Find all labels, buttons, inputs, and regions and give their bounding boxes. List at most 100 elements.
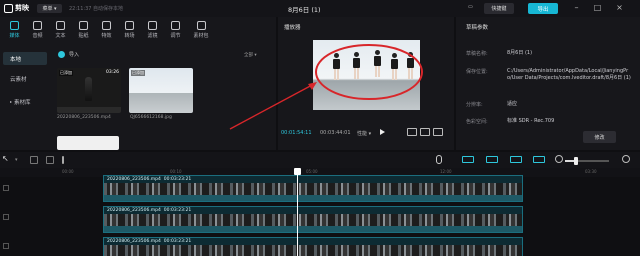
clip-duration: 00:03:23:21 — [163, 177, 192, 182]
tab-label: 文本 — [55, 33, 66, 39]
param-label: 色彩空间: — [466, 119, 488, 125]
minimize-icon[interactable]: – — [571, 3, 582, 14]
clip-audio — [104, 226, 522, 232]
timeline-clip[interactable]: 20220806_223506.mp4 00:03:23:21 — [103, 237, 523, 256]
timeline-clip[interactable]: 20220806_223506.mp4 00:03:23:21 — [103, 175, 523, 202]
nav-library[interactable]: ▸ 素材库 — [3, 95, 47, 108]
clip-label: 20220806_223506.mp4 00:03:23:21 — [107, 177, 191, 182]
clip-audio — [104, 195, 522, 201]
param-label: 保存位置: — [466, 69, 488, 75]
param-value: 8月6日 (1) — [507, 50, 533, 56]
media-filename: 20220806_223506.mp4 — [57, 115, 111, 120]
media-item-partial[interactable] — [57, 136, 119, 150]
clip-name: 20220806_223506.mp4 — [107, 177, 161, 182]
app-name: 剪映 — [15, 4, 29, 12]
track-toggle-icon[interactable] — [3, 243, 9, 249]
fullscreen-icon[interactable] — [433, 128, 443, 136]
tab-label: 媒体 — [9, 33, 20, 39]
param-label: 分辨率: — [466, 102, 483, 108]
app-window: 剪映 菜单 ▾ 22:11:37 自动保存本地 8月6日 (1) ▭ 快捷键 导… — [0, 0, 640, 256]
timeline-clip[interactable]: 20220806_223506.mp4 00:03:23:21 — [103, 206, 523, 233]
tab-text[interactable]: 文本 — [49, 17, 72, 43]
param-label: 草稿名称: — [466, 51, 488, 57]
cursor-icon[interactable]: ↖ — [2, 154, 9, 163]
params-title: 草稿参数 — [466, 25, 489, 31]
close-icon[interactable]: × — [614, 3, 625, 14]
track-linkage-icon[interactable] — [533, 156, 545, 163]
export-label: 导出 — [537, 6, 549, 13]
text-icon — [56, 21, 65, 30]
export-button[interactable]: 导出 — [528, 3, 558, 14]
tab-label: 调节 — [170, 33, 181, 39]
clip-frames — [104, 245, 522, 256]
zoom-out-icon[interactable] — [555, 155, 563, 163]
fit-icon[interactable] — [420, 128, 430, 136]
dancer — [391, 53, 398, 81]
perf-toggle[interactable]: 性能 ▾ — [357, 130, 371, 137]
transition-icon — [125, 21, 134, 30]
ratio-icon[interactable] — [407, 128, 417, 136]
clip-frames — [104, 183, 522, 195]
tab-label: 滤镜 — [147, 33, 158, 39]
track-toggle-icon[interactable] — [3, 214, 9, 220]
track-toggle-icon[interactable] — [3, 185, 9, 191]
tick-label: 12:00 — [440, 169, 452, 174]
annotation-arrow — [229, 82, 317, 130]
tool-tabs: 媒体 音频 文本 贴纸 特效 转场 滤镜 调节 素材包 — [0, 17, 276, 43]
filter-label: 全部 — [244, 53, 253, 58]
tab-transition[interactable]: 转场 — [118, 17, 141, 43]
media-icon — [10, 21, 19, 30]
undo-icon[interactable] — [30, 156, 38, 164]
menu-button[interactable]: 菜单 ▾ — [37, 4, 62, 13]
dancer — [333, 53, 340, 81]
clip-label: 20220806_223506.mp4 00:03:23:21 — [107, 208, 191, 213]
split-icon[interactable] — [62, 156, 64, 164]
tick-label: 00:00 — [62, 169, 74, 174]
preview-axis-icon[interactable] — [510, 156, 522, 163]
snap-icon[interactable] — [486, 156, 498, 163]
tab-sticker[interactable]: 贴纸 — [72, 17, 95, 43]
tab-label: 素材包 — [193, 33, 209, 39]
tab-adjust[interactable]: 调节 — [164, 17, 187, 43]
tab-filter[interactable]: 滤镜 — [141, 17, 164, 43]
clip-duration: 00:03:23:21 — [163, 239, 192, 244]
tab-label: 音频 — [32, 33, 43, 39]
microphone-icon[interactable] — [436, 155, 442, 164]
dancer — [374, 50, 381, 78]
modify-button[interactable]: 修改 — [583, 131, 616, 143]
clip-frames — [104, 214, 522, 226]
import-button[interactable]: 导入 — [58, 51, 79, 58]
effects-icon — [102, 21, 111, 30]
nav-cloud[interactable]: 云素材 — [3, 72, 47, 85]
link-icon[interactable] — [462, 156, 474, 163]
param-value: 适应 — [507, 101, 518, 107]
zoom-in-icon[interactable] — [622, 155, 630, 163]
video-preview[interactable] — [313, 40, 420, 110]
filter-dropdown[interactable]: 全部 ▾ — [244, 52, 257, 58]
tab-media[interactable]: 媒体 — [3, 17, 26, 43]
redo-icon[interactable] — [46, 156, 54, 164]
tab-audio[interactable]: 音频 — [26, 17, 49, 43]
layout-icon[interactable]: ▭ — [468, 4, 473, 10]
media-item-image[interactable]: 已添加 — [129, 68, 193, 113]
thumb-figure — [85, 77, 92, 101]
tab-label: 贴纸 — [78, 33, 89, 39]
tab-effects[interactable]: 特效 — [95, 17, 118, 43]
sticker-icon — [79, 21, 88, 30]
nav-local[interactable]: 本地 — [3, 52, 47, 65]
shortcut-button[interactable]: 快捷键 — [484, 3, 514, 14]
import-label: 导入 — [69, 52, 80, 58]
tab-label: 特效 — [101, 33, 112, 39]
tab-package[interactable]: 素材包 — [187, 17, 215, 43]
clip-duration: 00:03:23:21 — [163, 208, 192, 213]
dropdown-icon[interactable]: ▾ — [15, 157, 23, 165]
play-icon[interactable] — [380, 129, 385, 135]
maximize-icon[interactable]: □ — [592, 3, 603, 14]
app-logo: 剪映 — [4, 3, 29, 13]
media-item-video[interactable]: 已添加 03:26 — [57, 68, 121, 113]
playhead[interactable] — [297, 168, 298, 256]
total-time: 00:03:44:01 — [320, 130, 351, 136]
zoom-slider-handle[interactable] — [574, 157, 578, 165]
playhead-handle[interactable] — [294, 168, 301, 175]
autosave-status: 22:11:37 自动保存本地 — [69, 6, 124, 12]
